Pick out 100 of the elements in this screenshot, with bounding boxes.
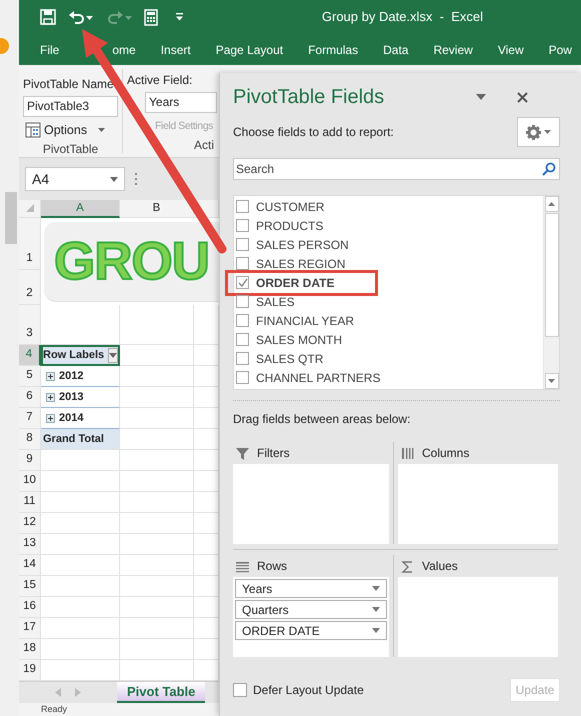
sheet-cell[interactable] (120, 305, 194, 345)
field-checkbox[interactable] (236, 314, 249, 327)
sheet-cell[interactable] (41, 450, 120, 471)
column-header[interactable]: B (120, 200, 194, 218)
row-header[interactable]: 16 (19, 597, 41, 618)
sheet-cell[interactable] (120, 576, 194, 597)
ribbon-tab[interactable]: Formulas (308, 40, 358, 58)
active-field-input[interactable]: Years (145, 92, 217, 113)
name-box[interactable]: A4 (25, 167, 125, 191)
sheet-tab[interactable]: Pivot Table (117, 682, 206, 703)
field-button[interactable]: Years (235, 579, 387, 598)
row-header[interactable]: 19 (19, 660, 41, 681)
sheet-cell[interactable] (41, 576, 120, 597)
filter-dropdown[interactable] (108, 348, 118, 362)
sheet-cell[interactable] (41, 618, 120, 639)
sheet-cell[interactable] (120, 513, 194, 534)
sheet-cell[interactable] (41, 597, 120, 618)
sheet-cell[interactable] (120, 429, 194, 450)
row-header[interactable]: 9 (19, 450, 41, 471)
field-checkbox[interactable] (236, 371, 249, 384)
previous-icon[interactable] (55, 688, 61, 697)
row-header[interactable]: 13 (19, 534, 41, 555)
sheet-cell[interactable] (120, 471, 194, 492)
field-checkbox[interactable] (236, 238, 249, 251)
field-label[interactable]: PRODUCTS (256, 216, 324, 234)
save-icon[interactable] (40, 9, 56, 25)
drop-area[interactable] (398, 577, 558, 657)
sheet-cell[interactable] (41, 492, 120, 513)
field-button[interactable]: Quarters (235, 600, 387, 619)
field-checkbox[interactable] (236, 295, 249, 308)
row-header[interactable]: 5 (19, 366, 41, 387)
options-button[interactable]: Options (23, 121, 118, 140)
row-header[interactable]: 17 (19, 618, 41, 639)
search-icon[interactable] (542, 162, 556, 176)
row-header[interactable]: 11 (19, 492, 41, 513)
field-checkbox[interactable] (236, 219, 249, 232)
row-header[interactable]: 1 (19, 218, 41, 270)
sheet-cell[interactable] (120, 408, 194, 429)
sheet-cell[interactable] (120, 387, 194, 408)
undo-icon[interactable] (68, 9, 94, 25)
field-label[interactable]: SALES PERSON (256, 236, 349, 254)
calculator-icon[interactable] (144, 8, 158, 26)
sheet-cell[interactable] (120, 555, 194, 576)
close-icon[interactable] (517, 92, 528, 102)
field-label[interactable]: ORDER DATE (256, 274, 334, 292)
field-checkbox[interactable] (236, 333, 249, 346)
row-header[interactable]: 10 (19, 471, 41, 492)
sheet-cell[interactable] (120, 366, 194, 387)
row-header[interactable]: 4 (19, 345, 41, 366)
field-label[interactable]: SALES QTR (256, 350, 324, 368)
ribbon-tab[interactable]: Review (433, 40, 473, 58)
next-icon[interactable] (75, 688, 81, 697)
scroll-thumb[interactable] (544, 213, 558, 337)
customize-icon[interactable] (176, 13, 184, 21)
field-checkbox[interactable] (236, 276, 249, 289)
field-checkbox[interactable] (236, 352, 249, 365)
ribbon-tab[interactable]: View (498, 40, 524, 58)
drop-area[interactable] (398, 464, 558, 544)
name-field[interactable]: PivotTable3 (23, 96, 118, 117)
ribbon-tab[interactable]: File (40, 40, 60, 58)
field-label[interactable]: CUSTOMER (256, 198, 324, 216)
column-header[interactable]: A (41, 200, 120, 218)
dropdown-icon[interactable] (476, 94, 486, 100)
row-header[interactable]: 2 (19, 270, 41, 305)
field-label[interactable]: SALES MONTH (256, 330, 342, 348)
row-header[interactable]: 15 (19, 576, 41, 597)
row-header[interactable]: 12 (19, 513, 41, 534)
scroll-down-button[interactable] (544, 373, 558, 389)
sheet-cell[interactable] (41, 513, 120, 534)
sheet-cell[interactable] (41, 555, 120, 576)
sheet-cell[interactable] (120, 597, 194, 618)
sheet-cell[interactable] (120, 534, 194, 555)
sheet-cell[interactable] (41, 471, 120, 492)
field-checkbox[interactable] (236, 257, 249, 270)
sheet-cell[interactable] (120, 345, 194, 366)
expand-icon[interactable] (46, 414, 55, 422)
ribbon-tab[interactable]: Page Layout (216, 40, 284, 58)
row-header[interactable]: 3 (19, 305, 41, 345)
row-header[interactable]: 7 (19, 408, 41, 429)
sheet-cell[interactable] (120, 492, 194, 513)
ribbon-tab[interactable]: Data (383, 40, 408, 58)
ribbon-tab[interactable]: Insert (160, 40, 191, 58)
ribbon-tab[interactable]: ome (112, 40, 136, 58)
field-label[interactable]: CHANNEL PARTNERS (256, 368, 380, 386)
row-header[interactable]: 6 (19, 387, 41, 408)
row-header[interactable]: 8 (19, 429, 41, 450)
row-header[interactable]: 14 (19, 555, 41, 576)
field-label[interactable]: SALES REGION (256, 254, 346, 272)
sheet-cell[interactable] (41, 534, 120, 555)
settings-button[interactable] (517, 117, 560, 147)
scroll-up-button[interactable] (544, 196, 558, 212)
sheet-cell[interactable] (41, 639, 120, 660)
scroll-thumb[interactable] (5, 192, 17, 244)
field-button[interactable]: ORDER DATE (235, 621, 387, 640)
drop-area[interactable]: Years Quarters ORDER DATE (233, 577, 389, 657)
expand-icon[interactable] (46, 372, 55, 380)
field-checkbox[interactable] (236, 200, 249, 213)
defer-checkbox[interactable] (233, 683, 247, 697)
row-header[interactable]: 18 (19, 639, 41, 660)
search-field[interactable]: Search (233, 158, 560, 180)
